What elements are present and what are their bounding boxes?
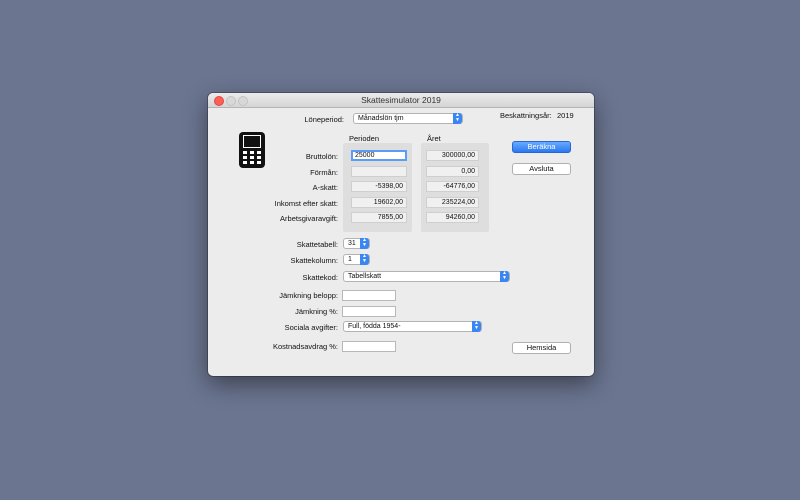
skattekolumn-popup[interactable]: 1 ▲ ▼ (343, 254, 370, 265)
skattetabell-popup[interactable]: 31 ▲ ▼ (343, 238, 370, 249)
row-label-forman: Förmån: (310, 168, 338, 177)
arbetsgivaravgift-period-value: 7855,00 (351, 212, 407, 223)
column-header-year: Året (427, 134, 441, 143)
hemsida-button[interactable]: Hemsida (512, 342, 571, 354)
askatt-year-value: -64776,00 (426, 181, 479, 192)
forman-period-value (351, 166, 407, 177)
inkomst-year-value: 235224,00 (426, 197, 479, 208)
row-label-inkomst: Inkomst efter skatt: (274, 199, 338, 208)
loneperiod-value: Månadslön tjm (358, 115, 404, 122)
skattekolumn-value: 1 (348, 256, 352, 263)
window-title: Skattesimulator 2019 (361, 95, 441, 105)
row-label-arbetsgivaravgift: Arbetsgivaravgift: (280, 214, 338, 223)
bruttolon-period-input[interactable]: 25000 (351, 150, 407, 161)
sociala-avgifter-value: Full, födda 1954- (348, 323, 401, 330)
chevron-updown-icon: ▲ ▼ (500, 271, 509, 282)
sociala-avgifter-popup[interactable]: Full, födda 1954- ▲ ▼ (343, 321, 482, 332)
jamkning-belopp-input[interactable] (342, 290, 396, 301)
title-bar[interactable]: Skattesimulator 2019 (208, 93, 594, 108)
skattekod-popup[interactable]: Tabellskatt ▲ ▼ (343, 271, 510, 282)
column-header-period: Perioden (349, 134, 380, 143)
loneperiod-popup[interactable]: Månadslön tjm ▲ ▼ (353, 113, 463, 124)
jamkning-belopp-label: Jämkning belopp: (279, 291, 338, 300)
app-window: Skattesimulator 2019 Löneperiod: Månadsl… (208, 93, 594, 376)
loneperiod-label: Löneperiod: (304, 115, 344, 124)
bruttolon-year-value: 300000,00 (426, 150, 479, 161)
chevron-updown-icon: ▲ ▼ (360, 254, 369, 265)
chevron-updown-icon: ▲ ▼ (360, 238, 369, 249)
jamkning-pct-input[interactable] (342, 306, 396, 317)
avsluta-button[interactable]: Avsluta (512, 163, 571, 175)
kostnadsavdrag-input[interactable] (342, 341, 396, 352)
kostnadsavdrag-label: Kostnadsavdrag %: (272, 342, 338, 351)
row-label-askatt: A-skatt: (312, 183, 338, 192)
mobile-phone-icon (239, 132, 265, 168)
row-label-bruttolon: Bruttolön: (305, 152, 338, 161)
beskattningsar-label: Beskattningsår: (500, 111, 552, 120)
sociala-avgifter-label: Sociala avgifter: (284, 323, 338, 332)
berakna-button[interactable]: Beräkna (512, 141, 571, 153)
chevron-updown-icon: ▲ ▼ (472, 321, 481, 332)
skattetabell-label: Skattetabell: (296, 240, 338, 249)
beskattningsar-value: 2019 (557, 111, 574, 120)
arbetsgivaravgift-year-value: 94260,00 (426, 212, 479, 223)
inkomst-period-value: 19602,00 (351, 197, 407, 208)
skattetabell-value: 31 (348, 240, 356, 247)
skattekolumn-label: Skattekolumn: (290, 256, 338, 265)
skattekod-value: Tabellskatt (348, 273, 382, 280)
chevron-updown-icon: ▲ ▼ (453, 113, 462, 124)
forman-year-value: 0,00 (426, 166, 479, 177)
askatt-period-value: -5398,00 (351, 181, 407, 192)
skattekod-label: Skattekod: (302, 273, 338, 282)
jamkning-pct-label: Jämkning %: (295, 307, 338, 316)
